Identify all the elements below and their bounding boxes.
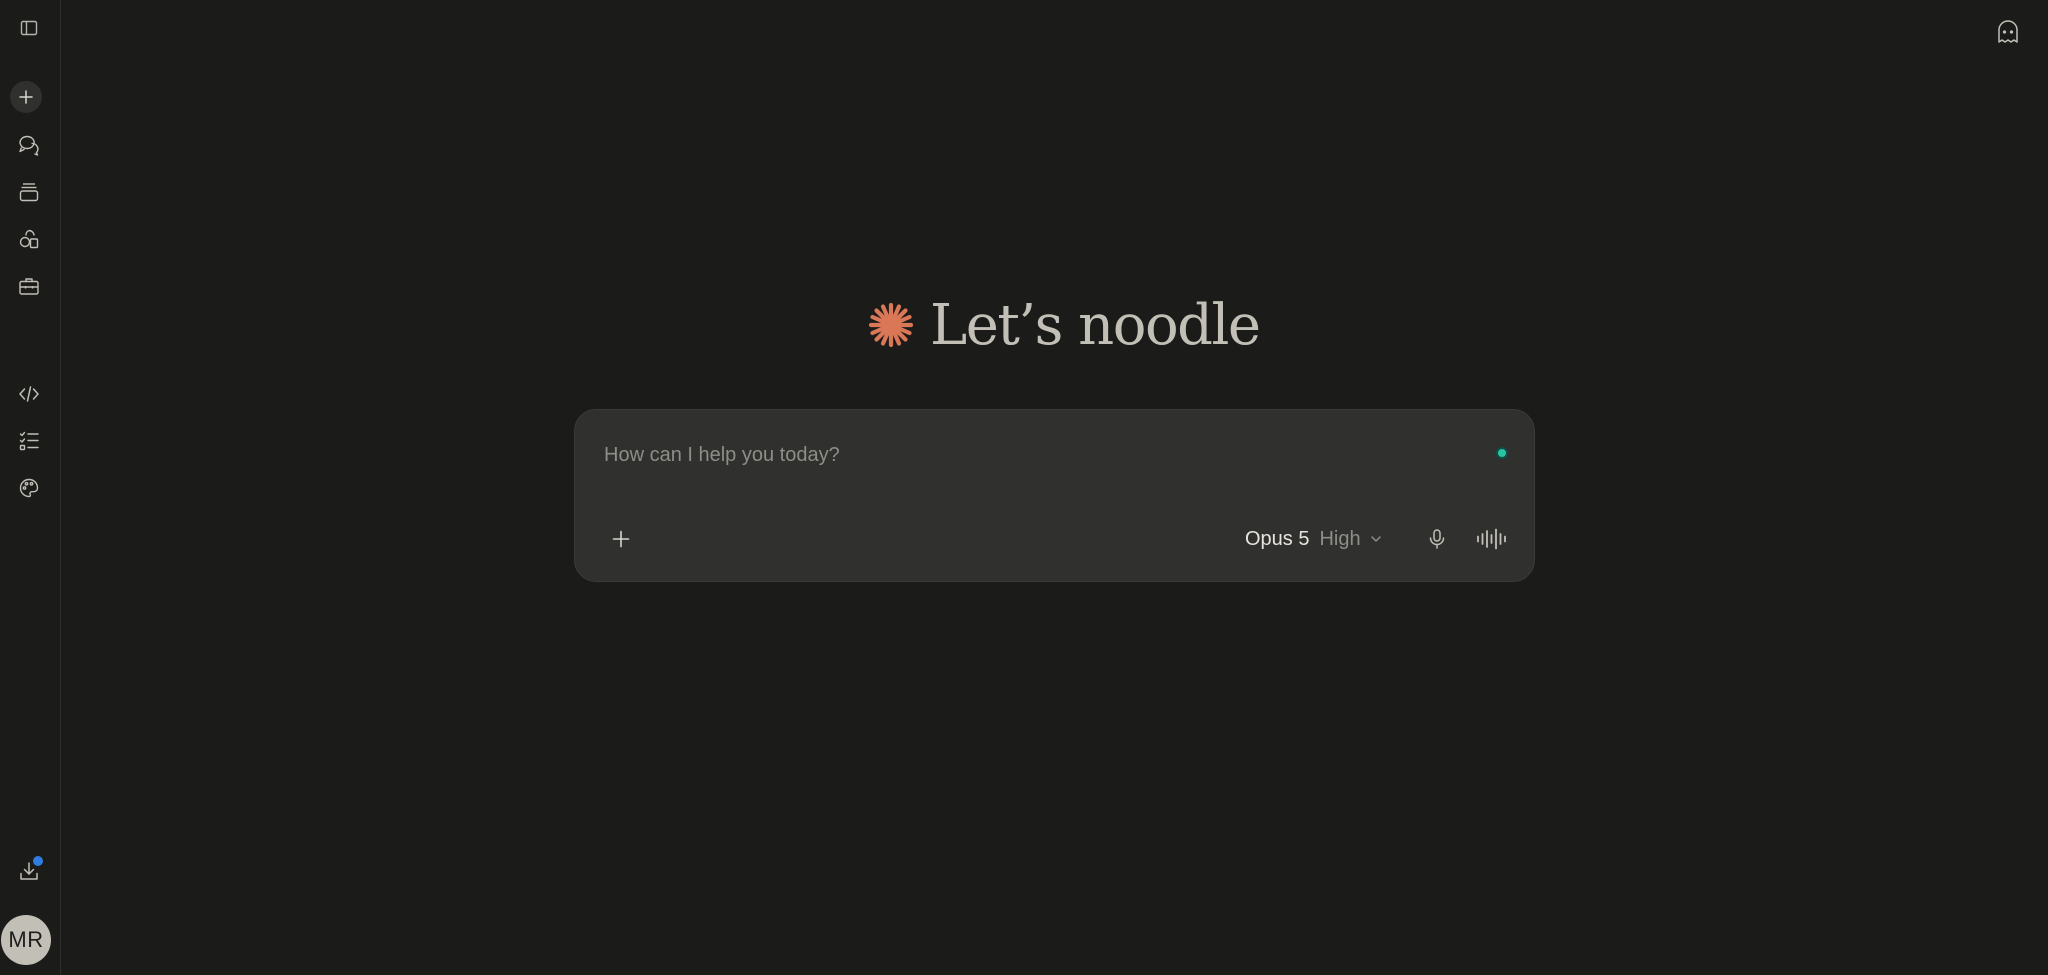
sidebar-item-styles[interactable] bbox=[13, 472, 45, 504]
spark-icon bbox=[868, 302, 914, 348]
status-indicator bbox=[1496, 447, 1508, 459]
model-selector[interactable]: Opus 5 High bbox=[1245, 522, 1383, 556]
sidebar-item-projects[interactable] bbox=[13, 176, 45, 208]
model-name: Opus 5 bbox=[1245, 527, 1310, 550]
download-button[interactable] bbox=[13, 855, 45, 887]
new-chat-button[interactable] bbox=[10, 81, 42, 113]
greeting-text: Let’s noodle bbox=[930, 292, 1261, 358]
sidebar: MR bbox=[0, 0, 61, 975]
palette-icon bbox=[19, 478, 39, 498]
microphone-button[interactable] bbox=[1419, 521, 1455, 557]
composer: How can I help you today? Opus 5 High bbox=[574, 409, 1535, 582]
plus-icon bbox=[612, 530, 630, 548]
sidebar-item-chats[interactable] bbox=[13, 129, 45, 161]
add-attachment-button[interactable] bbox=[604, 522, 638, 556]
briefcase-icon bbox=[19, 278, 39, 295]
chevron-down-icon bbox=[1370, 536, 1381, 542]
voice-mode-button[interactable] bbox=[1474, 521, 1510, 557]
sidebar-item-code[interactable] bbox=[13, 378, 45, 410]
sidebar-item-tasks[interactable] bbox=[13, 425, 45, 457]
sidebar-item-toolbox[interactable] bbox=[13, 270, 45, 302]
model-effort: High bbox=[1319, 527, 1361, 550]
sidebar-toggle-button[interactable] bbox=[13, 12, 45, 44]
prompt-input[interactable]: How can I help you today? bbox=[604, 444, 1454, 467]
shapes-icon bbox=[19, 229, 39, 249]
sidebar-item-artifacts[interactable] bbox=[13, 223, 45, 255]
voice-waveform-icon bbox=[1477, 528, 1506, 550]
sidebar-toggle-icon bbox=[20, 20, 38, 36]
plus-icon bbox=[19, 90, 33, 104]
code-icon bbox=[19, 386, 39, 402]
incognito-button[interactable] bbox=[1992, 16, 2024, 48]
notification-badge bbox=[33, 856, 43, 866]
ghost-icon bbox=[1998, 20, 2018, 43]
chat-bubbles-icon bbox=[19, 135, 39, 156]
avatar[interactable]: MR bbox=[1, 915, 51, 965]
stack-icon bbox=[19, 183, 39, 202]
greeting: Let’s noodle bbox=[866, 285, 1261, 365]
checklist-icon bbox=[19, 431, 39, 451]
microphone-icon bbox=[1429, 529, 1445, 549]
